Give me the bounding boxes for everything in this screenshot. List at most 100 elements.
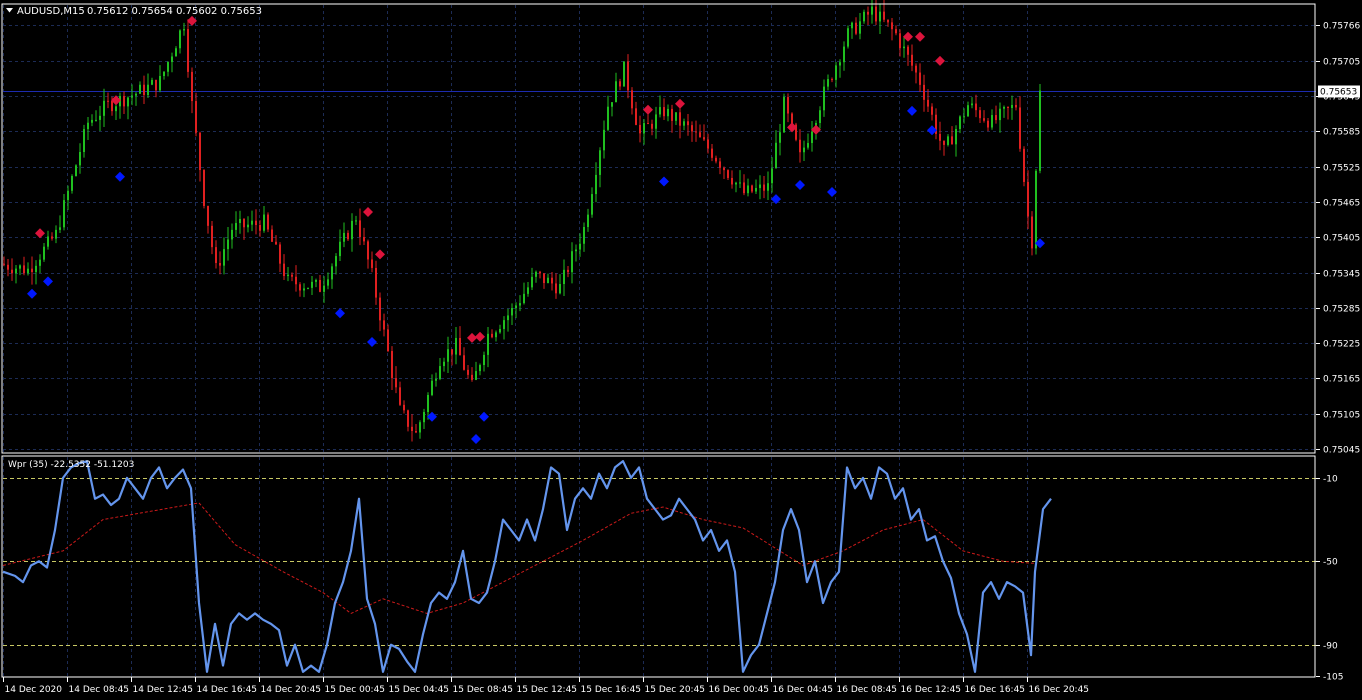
bull-candle [99, 115, 101, 120]
bull-candle [59, 227, 61, 230]
bull-candle [803, 147, 805, 153]
bull-candle [579, 243, 581, 250]
bull-candle [775, 142, 777, 169]
bear-candle [943, 140, 945, 145]
bear-candle [723, 167, 725, 171]
current-price-label: 0.75653 [1320, 88, 1357, 98]
bear-candle [855, 22, 857, 34]
bull-candle [147, 84, 149, 95]
bull-candle [955, 129, 957, 145]
bear-candle [687, 121, 689, 126]
bull-candle [227, 239, 229, 250]
bull-candle [151, 79, 153, 85]
bull-candle [587, 214, 589, 228]
bull-candle [479, 365, 481, 372]
bull-candle [171, 56, 173, 63]
time-tick-label: 15 Dec 08:45 [453, 685, 514, 695]
bull-candle [443, 361, 445, 367]
bull-candle [843, 46, 845, 63]
bull-candle [343, 232, 345, 242]
time-tick-label: 15 Dec 00:45 [325, 685, 386, 695]
bull-candle [967, 105, 969, 117]
bull-candle [667, 108, 669, 117]
ohlc-values: 0.75612 0.75654 0.75602 0.75653 [87, 6, 262, 17]
bear-candle [731, 177, 733, 185]
bull-candle [231, 229, 233, 240]
bear-candle [831, 79, 833, 81]
bull-candle [1035, 170, 1037, 249]
bull-candle [819, 110, 821, 123]
time-tick-label: 14 Dec 2020 [5, 685, 63, 695]
bear-candle [215, 247, 217, 263]
bear-candle [751, 185, 753, 192]
time-tick-label: 16 Dec 08:45 [837, 685, 898, 695]
time-tick-label: 16 Dec 00:45 [709, 685, 770, 695]
bull-candle [423, 412, 425, 423]
bull-candle [1039, 90, 1041, 171]
bear-candle [51, 236, 53, 239]
bear-candle [663, 107, 665, 117]
bull-candle [175, 48, 177, 57]
bear-candle [671, 108, 673, 121]
bear-candle [143, 84, 145, 95]
bear-candle [255, 220, 257, 226]
bear-candle [619, 81, 621, 87]
bull-candle [311, 281, 313, 288]
bear-candle [271, 229, 273, 242]
bull-candle [103, 100, 105, 116]
bull-candle [851, 22, 853, 29]
trading-chart[interactable]: 0.757660.757050.756450.755850.755250.754… [0, 0, 1362, 700]
symbol-title: AUDUSD,M15 [17, 6, 85, 17]
bear-candle [379, 297, 381, 321]
bull-candle [67, 190, 69, 201]
bear-candle [3, 263, 5, 265]
price-tick-label: 0.75105 [1323, 411, 1360, 421]
bear-candle [199, 132, 201, 171]
bull-candle [783, 97, 785, 133]
bear-candle [927, 99, 929, 107]
price-tick-label: 0.75345 [1323, 270, 1360, 280]
bear-candle [1027, 181, 1029, 217]
bull-candle [847, 28, 849, 47]
time-tick-label: 15 Dec 12:45 [517, 685, 578, 695]
bear-candle [567, 269, 569, 273]
bull-candle [179, 30, 181, 49]
price-tick-label: 0.75045 [1323, 446, 1360, 456]
bear-candle [923, 84, 925, 100]
bull-candle [327, 279, 329, 286]
time-tick-label: 15 Dec 04:45 [389, 685, 450, 695]
bull-candle [971, 103, 973, 106]
bear-candle [983, 118, 985, 121]
bear-candle [31, 268, 33, 273]
bull-candle [419, 422, 421, 433]
bull-candle [247, 224, 249, 228]
bear-candle [939, 133, 941, 141]
bear-candle [219, 262, 221, 266]
bear-candle [371, 259, 373, 268]
bull-candle [167, 62, 169, 72]
wpr-tick-label: -10 [1323, 475, 1338, 485]
bull-candle [91, 119, 93, 123]
bull-candle [827, 79, 829, 87]
price-chart-header[interactable]: AUDUSD,M15 0.75612 0.75654 0.75602 0.756… [6, 6, 262, 17]
bull-candle [767, 183, 769, 191]
bull-candle [643, 123, 645, 134]
bull-candle [655, 114, 657, 129]
bull-candle [879, 11, 881, 22]
bear-candle [491, 333, 493, 338]
bull-candle [871, 6, 873, 15]
bear-candle [707, 139, 709, 149]
bull-candle [595, 174, 597, 195]
bull-candle [599, 150, 601, 175]
bear-candle [187, 29, 189, 72]
bull-candle [1003, 106, 1005, 109]
bull-candle [495, 332, 497, 338]
bear-candle [539, 271, 541, 274]
bear-candle [347, 232, 349, 240]
bear-candle [799, 139, 801, 153]
bull-candle [75, 165, 77, 176]
bear-candle [403, 404, 405, 411]
bear-candle [875, 6, 877, 22]
bear-candle [411, 426, 413, 431]
bull-candle [515, 305, 517, 309]
